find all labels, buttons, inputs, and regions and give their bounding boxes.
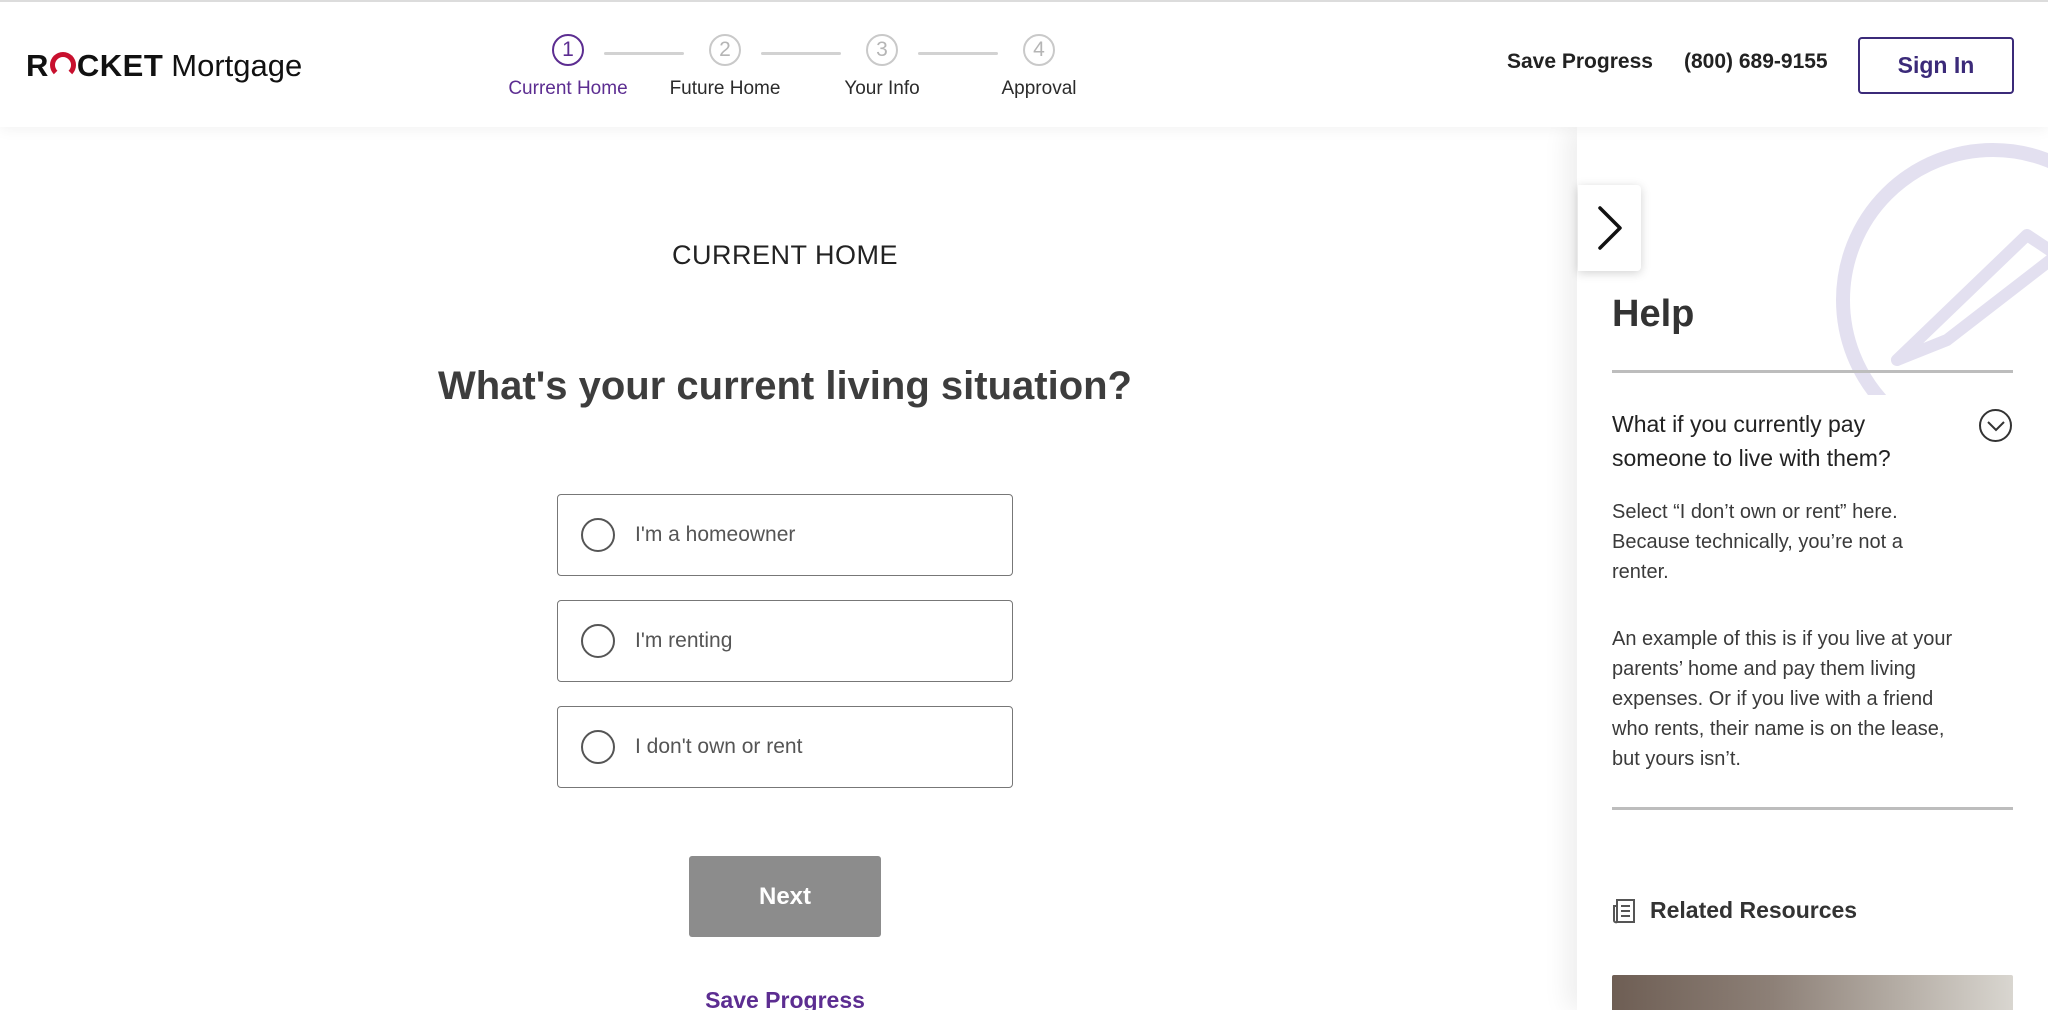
radio-button-icon[interactable]	[581, 624, 615, 658]
step-label: Your Info	[844, 78, 920, 99]
logo-o-arc-icon	[49, 52, 76, 78]
step-current-home: 1 Current Home	[488, 34, 648, 100]
main-content: CURRENT HOME What's your current living …	[0, 127, 1577, 1010]
rocket-mortgage-logo[interactable]: R CKET Mortgage	[26, 48, 302, 84]
faq-answer-paragraph: Select “I don’t own or rent” here. Becau…	[1612, 501, 1903, 583]
step-number: 2	[709, 34, 741, 66]
related-resources-label: Related Resources	[1650, 897, 1858, 923]
logo-wordmark-bold: R CKET	[26, 48, 164, 83]
step-your-info: 3 Your Info	[802, 34, 962, 100]
radio-button-icon[interactable]	[581, 518, 615, 552]
step-number: 1	[552, 34, 584, 66]
phone-number-link[interactable]: (800) 689-9155	[1684, 50, 1828, 74]
progress-stepper: 1 Current Home 2 Future Home 3 Your Info…	[508, 34, 1088, 114]
faq-answer-paragraph: An example of this is if you live at you…	[1612, 628, 1953, 770]
option-label: I'm a homeowner	[635, 523, 796, 546]
option-dont-own-or-rent[interactable]: I don't own or rent	[557, 706, 1013, 788]
faq-question[interactable]: What if you currently pay someone to liv…	[1612, 407, 1952, 475]
collapse-help-button[interactable]	[1578, 185, 1641, 271]
compass-decoration-icon	[1836, 143, 2048, 395]
step-label: Approval	[1001, 78, 1077, 99]
section-eyebrow: CURRENT HOME	[671, 240, 898, 270]
option-label: I don't own or rent	[635, 735, 803, 758]
help-title: Help	[1612, 293, 1695, 335]
next-button[interactable]: Next	[689, 856, 881, 937]
chevron-down-icon[interactable]	[1979, 409, 2012, 442]
sign-in-button[interactable]: Sign In	[1858, 37, 2014, 94]
question-heading: What's your current living situation?	[437, 364, 1132, 408]
help-divider	[1612, 807, 2013, 810]
help-divider	[1612, 370, 2013, 373]
top-header: R CKET Mortgage 1 Current Home 2 Future H…	[0, 0, 2048, 127]
step-label: Future Home	[669, 78, 781, 99]
help-panel: Help What if you currently pay someone t…	[1577, 127, 2048, 1010]
save-progress-bottom-link[interactable]: Save Progress	[0, 987, 1570, 1010]
related-resources-heading: Related Resources	[1612, 897, 1857, 924]
newspaper-icon	[1613, 898, 1635, 923]
resource-thumbnail[interactable]	[1612, 975, 2013, 1010]
step-approval: 4 Approval	[959, 34, 1119, 100]
chevron-right-icon	[1597, 206, 1622, 250]
step-label: Current Home	[508, 78, 628, 99]
step-number: 3	[866, 34, 898, 66]
step-future-home: 2 Future Home	[645, 34, 805, 100]
step-number: 4	[1023, 34, 1055, 66]
radio-button-icon[interactable]	[581, 730, 615, 764]
option-renting[interactable]: I'm renting	[557, 600, 1013, 682]
option-homeowner[interactable]: I'm a homeowner	[557, 494, 1013, 576]
save-progress-link[interactable]: Save Progress	[1507, 50, 1653, 74]
option-label: I'm renting	[635, 629, 733, 652]
logo-wordmark-light: Mortgage	[171, 48, 303, 83]
